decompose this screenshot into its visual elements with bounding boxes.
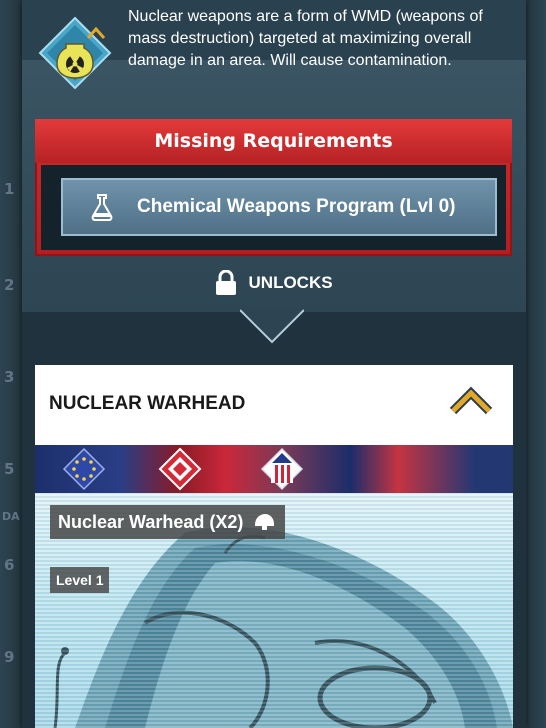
flask-research-icon [91, 194, 113, 221]
background-label: DA [2, 510, 20, 523]
background-right-column [524, 0, 546, 728]
card-title: NUCLEAR WARHEAD [49, 393, 246, 414]
missing-requirements-title: Missing Requirements [35, 119, 512, 163]
requirements-list: Chemical Weapons Program (Lvl 0) [41, 165, 506, 250]
unlocks-label: UNLOCKS [248, 273, 333, 292]
background-number: 6 [4, 556, 15, 574]
requirement-label: Chemical Weapons Program (Lvl 0) [137, 196, 456, 217]
background-number: 2 [4, 276, 15, 294]
requirement-chemical-weapons-program[interactable]: Chemical Weapons Program (Lvl 0) [61, 178, 497, 236]
helmet-icon [255, 514, 275, 530]
unlock-detail-panel: Nuclear weapons are a form of WMD (weapo… [22, 0, 526, 728]
background-number: 5 [4, 460, 15, 478]
eu-faction-icon [62, 447, 106, 491]
background-number: 3 [4, 368, 15, 386]
item-level: Level 1 [50, 567, 110, 593]
faction-band [35, 445, 513, 493]
item-name: Nuclear Warhead (X2) [58, 512, 244, 532]
unlock-item-card[interactable]: NUCLEAR WARHEAD Nuclear Warhead (X2) Lev… [35, 365, 513, 728]
us-faction-icon [260, 447, 304, 491]
unlocks-header: UNLOCKS [22, 270, 526, 304]
nuclear-hazard-icon [38, 16, 112, 90]
weapon-description: Nuclear weapons are a form of WMD (weapo… [128, 8, 483, 69]
lock-icon [216, 270, 237, 295]
chevron-rank-icon [449, 386, 493, 415]
down-arrow-notch [240, 308, 304, 344]
background-number: 9 [4, 648, 15, 666]
background-left-column: 1 2 3 5 DA 6 9 [0, 0, 22, 728]
card-header: NUCLEAR WARHEAD [35, 365, 513, 445]
red-faction-icon [158, 447, 202, 491]
missing-requirements-box: Missing Requirements Chemical Weapons Pr… [35, 119, 512, 256]
background-number: 1 [4, 180, 15, 198]
item-name-tag: Nuclear Warhead (X2) [50, 505, 286, 539]
item-image: Nuclear Warhead (X2) Level 1 [35, 493, 513, 728]
